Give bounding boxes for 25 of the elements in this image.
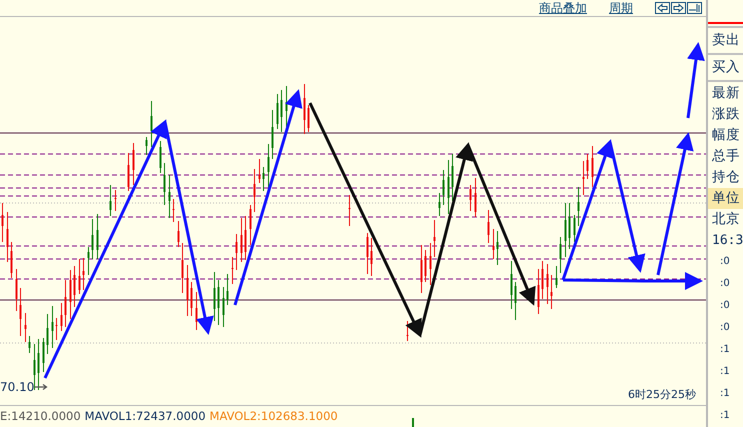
axis-label: :1 <box>719 365 731 379</box>
axis-label: :0 <box>719 321 731 335</box>
quote-field-label: 单位 <box>708 188 743 209</box>
countdown-text: 6时25分25秒 <box>628 387 696 402</box>
quote-field-label: 涨跌 <box>711 105 741 124</box>
indicator-value: MAVOL1:72437.0000 <box>84 409 206 423</box>
quote-field-label: 持仓 <box>711 168 741 187</box>
market-label: 北京 <box>711 210 741 229</box>
axis-label: :0 <box>719 277 731 291</box>
axis-label: :0 <box>719 299 731 313</box>
time-label: 16:3 <box>711 232 743 250</box>
indicator-value: MAVOL2:102683.1000 <box>210 409 338 423</box>
quote-field-label: 幅度 <box>711 126 741 145</box>
axis-label: :1 <box>719 343 731 357</box>
overlay-link[interactable]: 商品叠加 <box>539 1 587 15</box>
sell-button[interactable]: 卖出 <box>708 26 743 56</box>
period-link[interactable]: 周期 <box>609 1 633 15</box>
axis-label: :0 <box>719 255 731 269</box>
indicator-value: E:14210.0000 <box>0 409 81 423</box>
buy-button[interactable]: 买入 <box>708 55 743 82</box>
price-label: 70.10 <box>0 380 34 394</box>
axis-label: :1 <box>719 387 731 401</box>
quote-field-label: 总手 <box>711 147 741 166</box>
axis-label: :1 <box>719 409 731 423</box>
quote-field-label: 最新 <box>711 84 741 103</box>
